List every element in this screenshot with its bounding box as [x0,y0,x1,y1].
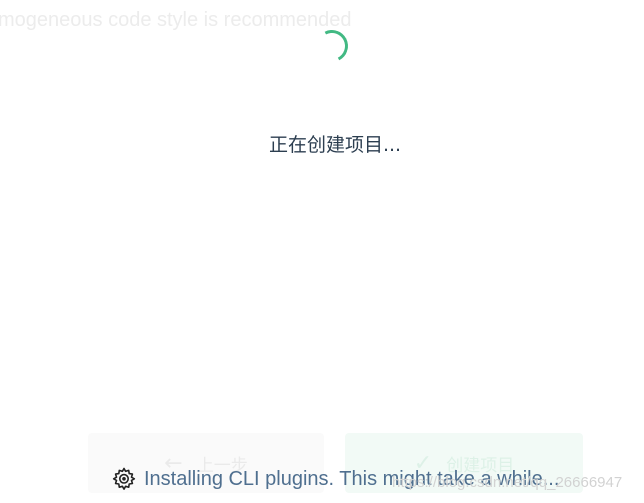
gear-icon [112,467,136,490]
creating-project-title: 正在创建项目... [268,134,402,156]
background-description-text: mogeneous code style is recommended [0,9,352,31]
watermark-text: https://blog.csdn.net/qq_26666947 [392,474,623,491]
